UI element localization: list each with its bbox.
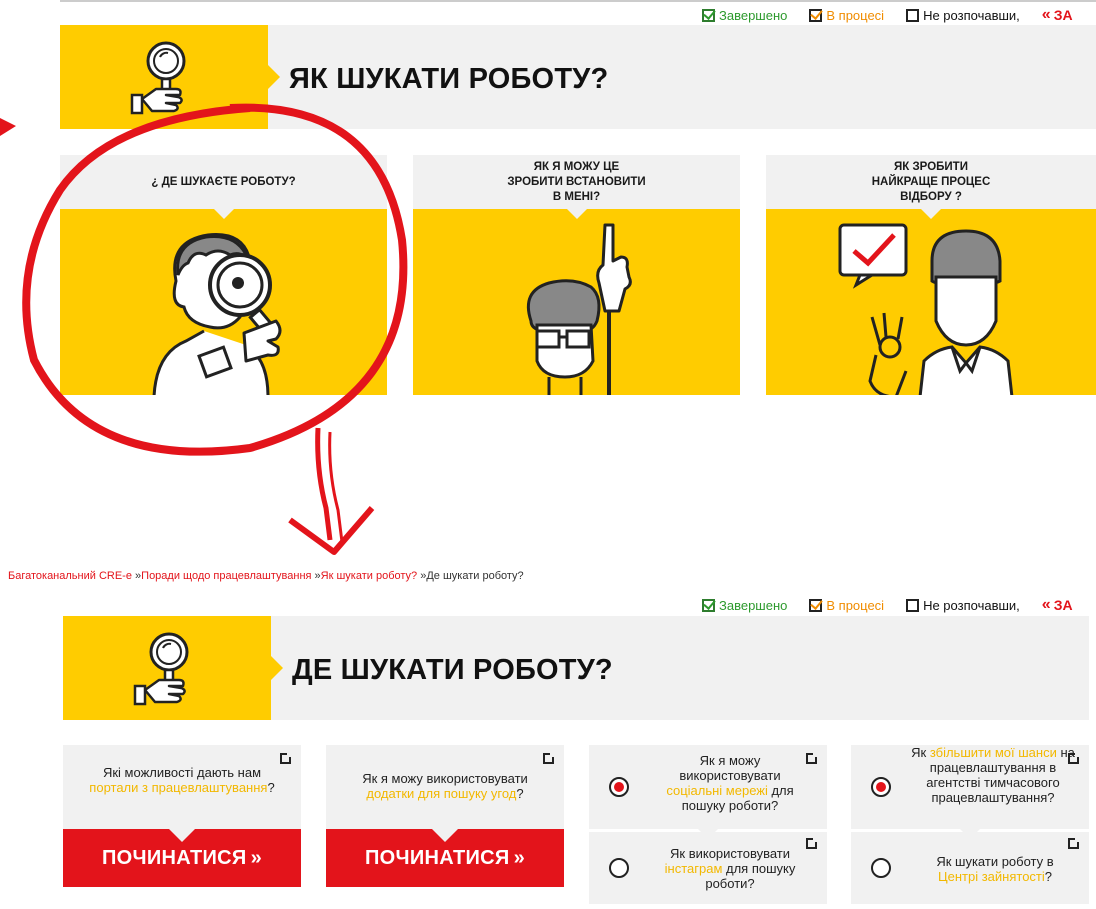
status-in-progress[interactable]: В процесі <box>809 8 884 23</box>
card-text: Як використовувати інстаграм для пошуку … <box>664 846 796 891</box>
topic-link[interactable]: портали з працевлаштування <box>89 780 267 795</box>
page-title: ДЕ ШУКАТИ РОБОТУ? <box>292 654 613 686</box>
start-button[interactable]: ПОЧИНАТИСЯ» <box>63 829 301 887</box>
double-chevron-right-icon: » <box>513 846 526 869</box>
card-text: Як шукати роботу в Центрі зайнятості? <box>936 854 1054 884</box>
breadcrumb: Багатоканальний CRE-e »Поради щодо праце… <box>8 570 524 582</box>
card-text: Як я можу використовувати соціальні мере… <box>666 753 794 813</box>
checkbox-icon <box>906 8 920 22</box>
check-icon <box>809 598 823 612</box>
top-border <box>60 0 1096 2</box>
breadcrumb-link[interactable]: Багатоканальний CRE-e <box>8 570 132 582</box>
magnifier-hand-icon <box>133 632 189 706</box>
start-button[interactable]: ПОЧИНАТИСЯ» <box>326 829 564 887</box>
not-started-icon <box>280 752 292 764</box>
double-chevron-left-icon: « <box>1041 596 1051 613</box>
subtopic-card-portals[interactable]: Які можливості дають нам портали з праце… <box>63 745 301 829</box>
double-chevron-right-icon: » <box>250 846 263 869</box>
header-icon-box <box>60 25 280 129</box>
topic-link[interactable]: Центрі зайнятості <box>938 869 1045 884</box>
not-started-icon <box>806 837 818 849</box>
subtopic-card-temp-agency[interactable]: Як збільшити мої шанси на працевлаштуван… <box>851 745 1089 829</box>
header-icon-box <box>63 616 283 720</box>
subtopic-card-instagram[interactable]: Як використовувати інстаграм для пошуку … <box>589 832 827 904</box>
card-text: Як я можу використовувати додатки для по… <box>362 771 528 801</box>
double-chevron-left-icon: « <box>1041 6 1051 23</box>
checkbox-icon <box>906 598 920 612</box>
card-text: Як збільшити мої шанси на працевлаштуван… <box>911 745 1075 805</box>
page-header-top: ЯК ШУКАТИ РОБОТУ? <box>60 25 1096 129</box>
back-link[interactable]: «ЗА <box>1042 6 1073 24</box>
person-ok-check-icon <box>838 223 1014 395</box>
status-not-started[interactable]: Не розпочавши, <box>906 8 1020 23</box>
topic-card-how-set[interactable]: ЯК Я МОЖУ ЦЕ ЗРОБИТИ ВСТАНОВИТИ В МЕНІ? <box>413 155 740 395</box>
card-caption: ¿ ДЕ ШУКАЄТЕ РОБОТУ? <box>60 155 387 209</box>
card-caption: ЯК ЗРОБИТИ НАЙКРАЩЕ ПРОЦЕС ВІДБОРУ ? <box>766 155 1096 209</box>
card-caption: ЯК Я МОЖУ ЦЕ ЗРОБИТИ ВСТАНОВИТИ В МЕНІ? <box>413 155 740 209</box>
subtopic-card-apps[interactable]: Як я можу використовувати додатки для по… <box>326 745 564 829</box>
radio-unselected[interactable] <box>871 858 891 878</box>
subtopic-card-employment-center[interactable]: Як шукати роботу в Центрі зайнятості? <box>851 832 1089 904</box>
person-raised-finger-icon <box>526 223 632 395</box>
status-not-started[interactable]: Не розпочавши, <box>906 598 1020 613</box>
status-done[interactable]: Завершено <box>702 598 787 613</box>
check-icon <box>809 8 823 22</box>
breadcrumb-link[interactable]: Як шукати роботу? <box>321 570 418 582</box>
check-icon <box>702 598 715 612</box>
topic-link[interactable]: інстаграм <box>665 861 723 876</box>
status-done[interactable]: Завершено <box>702 8 787 23</box>
not-started-icon <box>806 752 818 764</box>
status-bar-top: Завершено В процесі Не розпочавши, «ЗА <box>702 6 1073 24</box>
page-title: ЯК ШУКАТИ РОБОТУ? <box>289 63 609 95</box>
card-illustration <box>60 209 387 395</box>
status-in-progress[interactable]: В процесі <box>809 598 884 613</box>
radio-selected[interactable] <box>871 777 891 797</box>
radio-selected[interactable] <box>609 777 629 797</box>
person-magnifier-icon <box>152 233 282 395</box>
subtopic-card-social[interactable]: Як я можу використовувати соціальні мере… <box>589 745 827 829</box>
not-started-icon <box>1068 837 1080 849</box>
status-bar-bottom: Завершено В процесі Не розпочавши, «ЗА <box>702 596 1073 614</box>
topic-link[interactable]: соціальні мережі <box>666 783 768 798</box>
card-illustration <box>766 209 1096 395</box>
breadcrumb-link[interactable]: Поради щодо працевлаштування <box>141 570 311 582</box>
topic-card-where[interactable]: ¿ ДЕ ШУКАЄТЕ РОБОТУ? <box>60 155 387 395</box>
radio-unselected[interactable] <box>609 858 629 878</box>
check-icon <box>702 8 715 22</box>
topic-link[interactable]: додатки для пошуку угод <box>366 786 516 801</box>
topic-link[interactable]: збільшити мої шанси <box>930 745 1057 760</box>
back-link[interactable]: «ЗА <box>1042 596 1073 614</box>
not-started-icon <box>543 752 555 764</box>
magnifier-hand-icon <box>130 41 186 115</box>
topic-card-selection[interactable]: ЯК ЗРОБИТИ НАЙКРАЩЕ ПРОЦЕС ВІДБОРУ ? <box>766 155 1096 395</box>
card-text: Які можливості дають нам портали з праце… <box>89 765 275 795</box>
breadcrumb-current: Де шукати роботу? <box>426 570 524 582</box>
page-header-bottom: ДЕ ШУКАТИ РОБОТУ? <box>63 616 1089 720</box>
card-illustration <box>413 209 740 395</box>
